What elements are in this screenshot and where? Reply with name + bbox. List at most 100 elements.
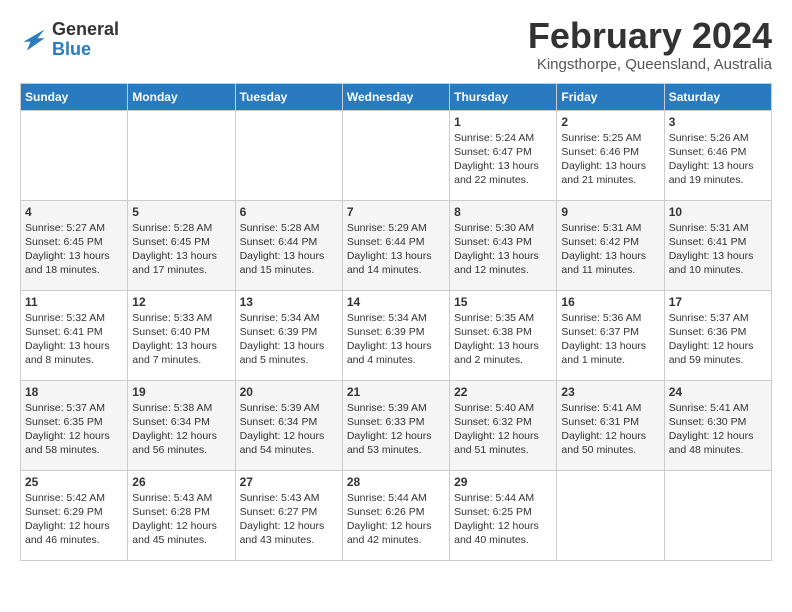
day-info: Sunrise: 5:37 AM Sunset: 6:35 PM Dayligh… xyxy=(25,401,123,458)
day-number: 27 xyxy=(240,475,338,489)
calendar-cell: 14Sunrise: 5:34 AM Sunset: 6:39 PM Dayli… xyxy=(342,290,449,380)
day-info: Sunrise: 5:28 AM Sunset: 6:44 PM Dayligh… xyxy=(240,221,338,278)
day-number: 13 xyxy=(240,295,338,309)
day-info: Sunrise: 5:29 AM Sunset: 6:44 PM Dayligh… xyxy=(347,221,445,278)
calendar-cell: 25Sunrise: 5:42 AM Sunset: 6:29 PM Dayli… xyxy=(21,470,128,560)
day-number: 24 xyxy=(669,385,767,399)
calendar-cell: 22Sunrise: 5:40 AM Sunset: 6:32 PM Dayli… xyxy=(450,380,557,470)
column-header-sunday: Sunday xyxy=(21,83,128,110)
day-number: 8 xyxy=(454,205,552,219)
column-header-monday: Monday xyxy=(128,83,235,110)
logo-text: General Blue xyxy=(52,20,119,60)
logo: General Blue xyxy=(20,20,119,60)
column-header-friday: Friday xyxy=(557,83,664,110)
day-info: Sunrise: 5:39 AM Sunset: 6:34 PM Dayligh… xyxy=(240,401,338,458)
calendar-cell: 27 Sunrise: 5:43 AM Sunset: 6:27 PM Dayli… xyxy=(235,470,342,560)
day-number: 16 xyxy=(561,295,659,309)
day-number: 3 xyxy=(669,115,767,129)
calendar-cell: 11Sunrise: 5:32 AM Sunset: 6:41 PM Dayli… xyxy=(21,290,128,380)
day-info: Sunrise: 5:35 AM Sunset: 6:38 PM Dayligh… xyxy=(454,311,552,368)
day-info: Sunrise: 5:41 AM Sunset: 6:31 PM Dayligh… xyxy=(561,401,659,458)
calendar-cell: 12 Sunrise: 5:33 AM Sunset: 6:40 PM Dayli… xyxy=(128,290,235,380)
day-info: Sunrise: 5:30 AM Sunset: 6:43 PM Dayligh… xyxy=(454,221,552,278)
day-info: Sunrise: 5:33 AM Sunset: 6:40 PM Dayligh… xyxy=(132,311,230,368)
month-title: February 2024 xyxy=(528,16,772,56)
day-number: 23 xyxy=(561,385,659,399)
calendar-cell: 13 Sunrise: 5:34 AM Sunset: 6:39 PM Dayli… xyxy=(235,290,342,380)
calendar-cell: 16 Sunrise: 5:36 AM Sunset: 6:37 PM Dayli… xyxy=(557,290,664,380)
day-info: Sunrise: 5:34 AM Sunset: 6:39 PM Dayligh… xyxy=(240,311,338,368)
calendar-week-3: 18 Sunrise: 5:37 AM Sunset: 6:35 PM Dayli… xyxy=(21,380,772,470)
calendar-cell: 1 Sunrise: 5:24 AM Sunset: 6:47 PM Daylig… xyxy=(450,110,557,200)
day-number: 12 xyxy=(132,295,230,309)
calendar-cell: 2 Sunrise: 5:25 AM Sunset: 6:46 PM Daylig… xyxy=(557,110,664,200)
day-number: 17 xyxy=(669,295,767,309)
day-number: 5 xyxy=(132,205,230,219)
day-number: 1 xyxy=(454,115,552,129)
calendar-week-4: 25Sunrise: 5:42 AM Sunset: 6:29 PM Dayli… xyxy=(21,470,772,560)
day-number: 6 xyxy=(240,205,338,219)
day-number: 4 xyxy=(25,205,123,219)
day-info: Sunrise: 5:36 AM Sunset: 6:37 PM Dayligh… xyxy=(561,311,659,368)
calendar-cell: 19Sunrise: 5:38 AM Sunset: 6:34 PM Dayli… xyxy=(128,380,235,470)
calendar-cell: 8 Sunrise: 5:30 AM Sunset: 6:43 PM Daylig… xyxy=(450,200,557,290)
logo-blue: Blue xyxy=(52,40,119,60)
column-header-thursday: Thursday xyxy=(450,83,557,110)
calendar-cell: 18 Sunrise: 5:37 AM Sunset: 6:35 PM Dayli… xyxy=(21,380,128,470)
day-info: Sunrise: 5:39 AM Sunset: 6:33 PM Dayligh… xyxy=(347,401,445,458)
calendar-week-0: 1 Sunrise: 5:24 AM Sunset: 6:47 PM Daylig… xyxy=(21,110,772,200)
column-header-wednesday: Wednesday xyxy=(342,83,449,110)
calendar-cell: 17 Sunrise: 5:37 AM Sunset: 6:36 PM Dayli… xyxy=(664,290,771,380)
day-info: Sunrise: 5:44 AM Sunset: 6:25 PM Dayligh… xyxy=(454,491,552,548)
day-info: Sunrise: 5:41 AM Sunset: 6:30 PM Dayligh… xyxy=(669,401,767,458)
day-number: 9 xyxy=(561,205,659,219)
calendar-table: SundayMondayTuesdayWednesdayThursdayFrid… xyxy=(20,83,772,561)
calendar-cell: 6 Sunrise: 5:28 AM Sunset: 6:44 PM Daylig… xyxy=(235,200,342,290)
logo-icon xyxy=(20,26,48,54)
day-number: 26 xyxy=(132,475,230,489)
calendar-week-2: 11Sunrise: 5:32 AM Sunset: 6:41 PM Dayli… xyxy=(21,290,772,380)
day-info: Sunrise: 5:25 AM Sunset: 6:46 PM Dayligh… xyxy=(561,131,659,188)
calendar-cell xyxy=(21,110,128,200)
logo-general: General xyxy=(52,20,119,40)
calendar-cell: 3 Sunrise: 5:26 AM Sunset: 6:46 PM Daylig… xyxy=(664,110,771,200)
calendar-cell xyxy=(557,470,664,560)
calendar-cell: 9 Sunrise: 5:31 AM Sunset: 6:42 PM Daylig… xyxy=(557,200,664,290)
column-header-saturday: Saturday xyxy=(664,83,771,110)
day-number: 20 xyxy=(240,385,338,399)
day-info: Sunrise: 5:40 AM Sunset: 6:32 PM Dayligh… xyxy=(454,401,552,458)
day-info: Sunrise: 5:31 AM Sunset: 6:41 PM Dayligh… xyxy=(669,221,767,278)
day-number: 15 xyxy=(454,295,552,309)
calendar-cell: 10 Sunrise: 5:31 AM Sunset: 6:41 PM Dayli… xyxy=(664,200,771,290)
day-number: 11 xyxy=(25,295,123,309)
day-info: Sunrise: 5:31 AM Sunset: 6:42 PM Dayligh… xyxy=(561,221,659,278)
page-header: General Blue February 2024 Kingsthorpe, … xyxy=(20,16,772,73)
calendar-cell: 24 Sunrise: 5:41 AM Sunset: 6:30 PM Dayli… xyxy=(664,380,771,470)
title-block: February 2024 Kingsthorpe, Queensland, A… xyxy=(528,16,772,73)
calendar-cell: 26Sunrise: 5:43 AM Sunset: 6:28 PM Dayli… xyxy=(128,470,235,560)
day-info: Sunrise: 5:43 AM Sunset: 6:27 PM Dayligh… xyxy=(240,491,338,548)
day-number: 2 xyxy=(561,115,659,129)
calendar-cell: 15 Sunrise: 5:35 AM Sunset: 6:38 PM Dayli… xyxy=(450,290,557,380)
calendar-cell xyxy=(342,110,449,200)
calendar-cell xyxy=(128,110,235,200)
day-number: 18 xyxy=(25,385,123,399)
day-info: Sunrise: 5:28 AM Sunset: 6:45 PM Dayligh… xyxy=(132,221,230,278)
calendar-cell: 7Sunrise: 5:29 AM Sunset: 6:44 PM Daylig… xyxy=(342,200,449,290)
day-info: Sunrise: 5:44 AM Sunset: 6:26 PM Dayligh… xyxy=(347,491,445,548)
column-header-tuesday: Tuesday xyxy=(235,83,342,110)
day-info: Sunrise: 5:38 AM Sunset: 6:34 PM Dayligh… xyxy=(132,401,230,458)
location: Kingsthorpe, Queensland, Australia xyxy=(528,56,772,73)
day-info: Sunrise: 5:27 AM Sunset: 6:45 PM Dayligh… xyxy=(25,221,123,278)
day-info: Sunrise: 5:26 AM Sunset: 6:46 PM Dayligh… xyxy=(669,131,767,188)
day-info: Sunrise: 5:34 AM Sunset: 6:39 PM Dayligh… xyxy=(347,311,445,368)
calendar-week-1: 4 Sunrise: 5:27 AM Sunset: 6:45 PM Daylig… xyxy=(21,200,772,290)
day-number: 10 xyxy=(669,205,767,219)
calendar-cell xyxy=(664,470,771,560)
day-info: Sunrise: 5:42 AM Sunset: 6:29 PM Dayligh… xyxy=(25,491,123,548)
day-info: Sunrise: 5:24 AM Sunset: 6:47 PM Dayligh… xyxy=(454,131,552,188)
calendar-cell: 28Sunrise: 5:44 AM Sunset: 6:26 PM Dayli… xyxy=(342,470,449,560)
calendar-cell xyxy=(235,110,342,200)
day-info: Sunrise: 5:37 AM Sunset: 6:36 PM Dayligh… xyxy=(669,311,767,368)
calendar-header-row: SundayMondayTuesdayWednesdayThursdayFrid… xyxy=(21,83,772,110)
